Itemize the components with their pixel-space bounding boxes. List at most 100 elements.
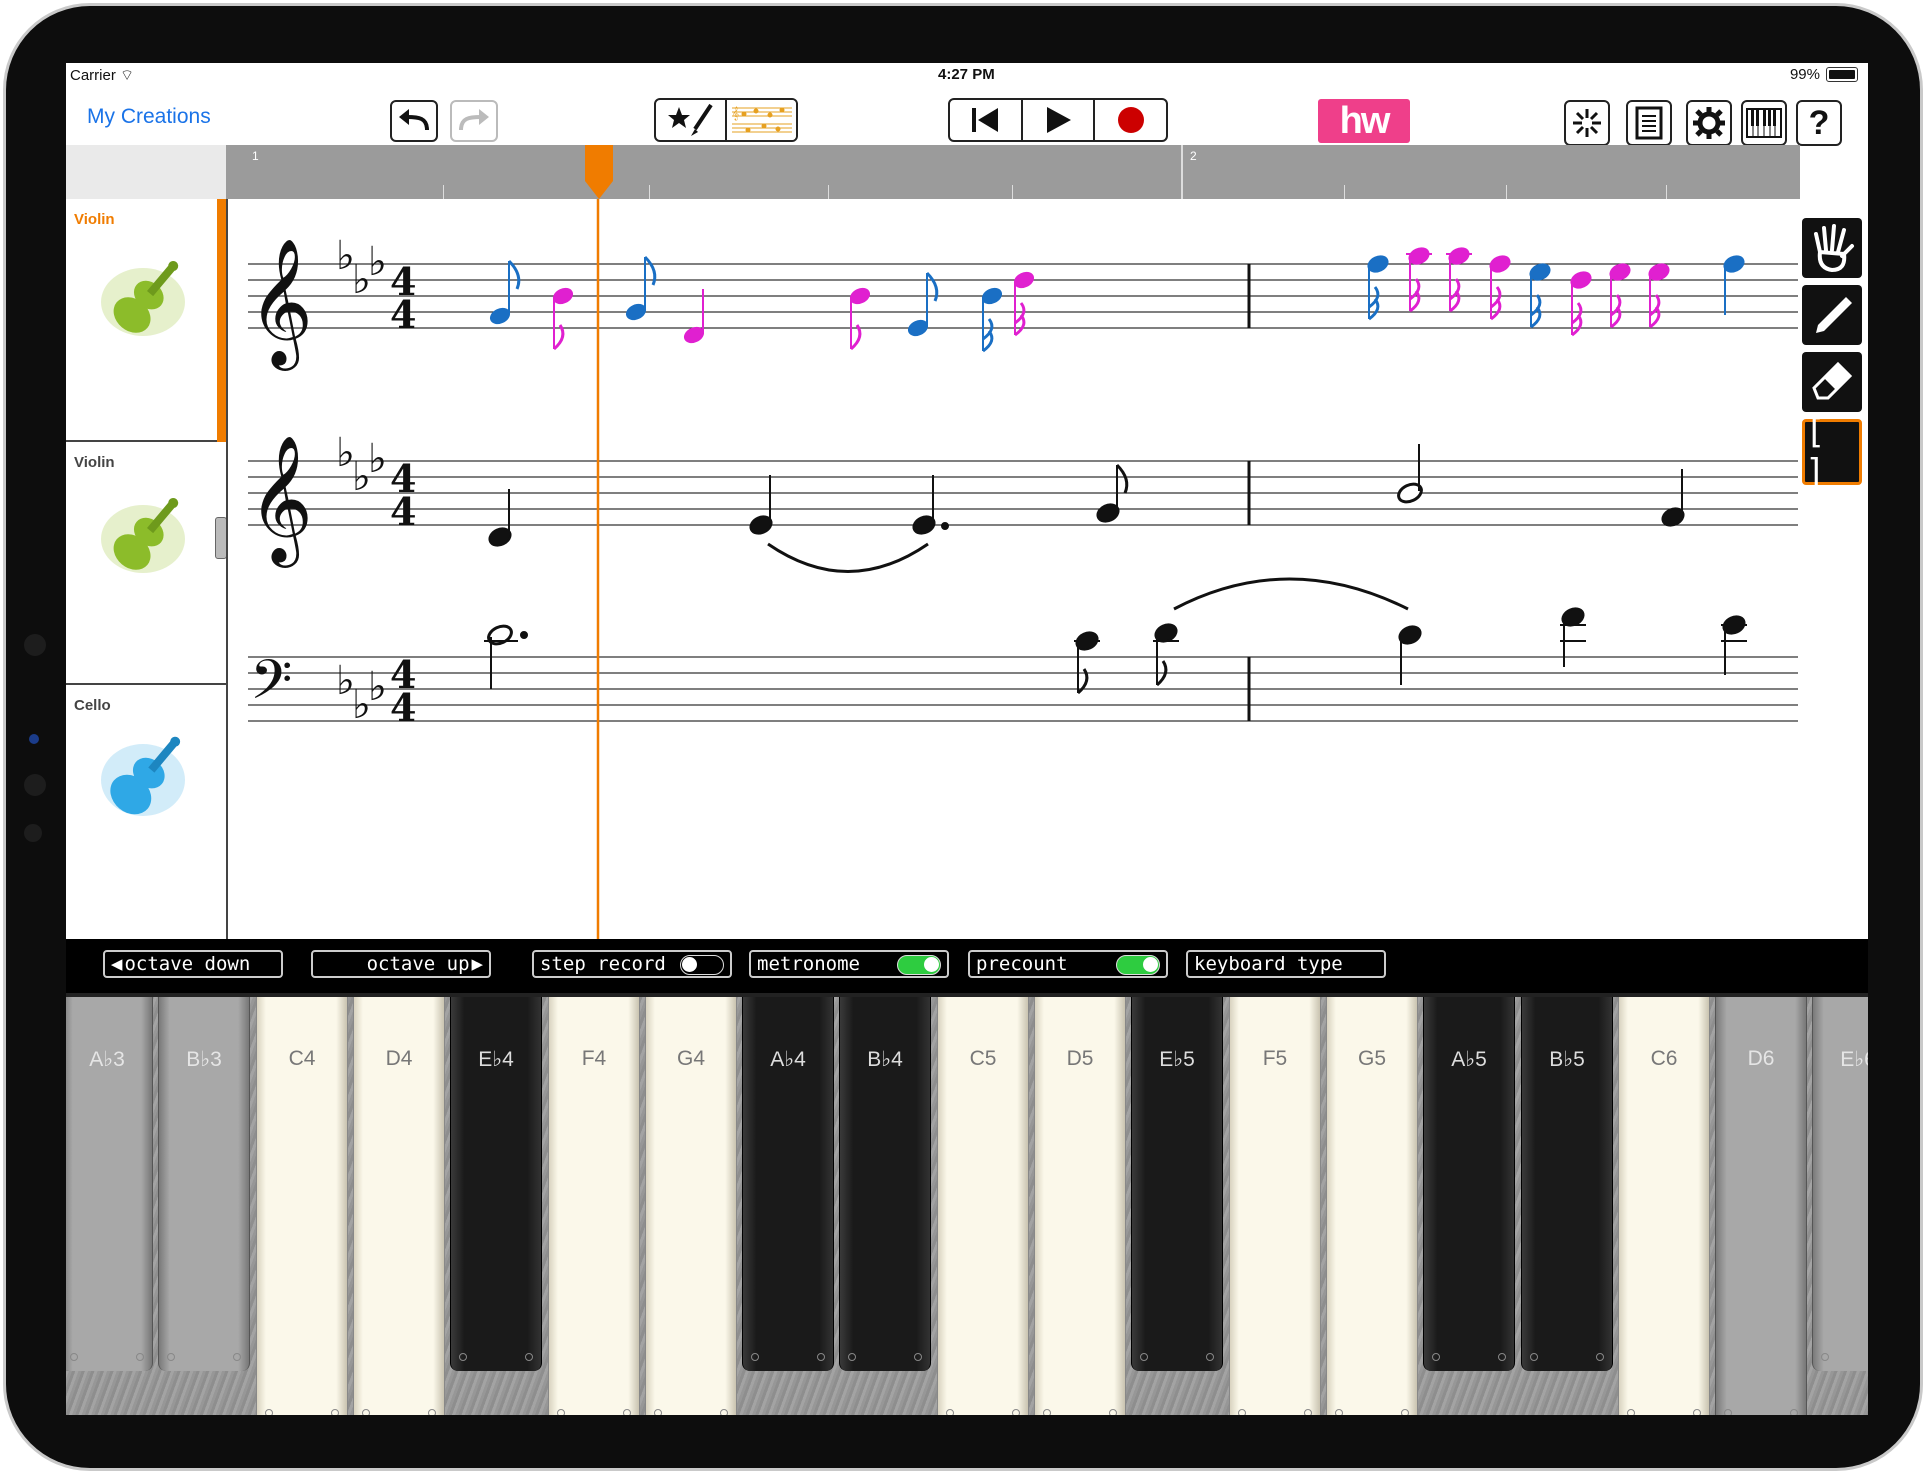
- piano-key[interactable]: C5: [937, 993, 1029, 1415]
- compose-mode-button[interactable]: [656, 100, 727, 140]
- camera-dot-lower: [24, 774, 46, 796]
- rewind-button[interactable]: [950, 100, 1023, 140]
- undo-button[interactable]: [390, 100, 438, 142]
- triangle-left-icon: ◀: [111, 953, 123, 975]
- piano-key-label: D6: [1747, 1047, 1775, 1070]
- octave-down-button[interactable]: ◀ octave down: [103, 950, 283, 978]
- piano-key[interactable]: B♭3: [158, 993, 250, 1371]
- hw-logo-button[interactable]: hw: [1318, 99, 1410, 143]
- piano-key[interactable]: A♭5: [1423, 993, 1515, 1371]
- piano-key[interactable]: A♭3: [66, 993, 153, 1371]
- piano-key[interactable]: G4: [645, 993, 737, 1415]
- ruler-measure-line: [1181, 145, 1183, 199]
- piano-key-label: B♭4: [867, 1048, 903, 1071]
- metronome-switch[interactable]: [897, 955, 941, 975]
- my-creations-link[interactable]: My Creations: [87, 105, 211, 129]
- key-screw: [1432, 1353, 1440, 1361]
- piano-key[interactable]: D5: [1034, 993, 1126, 1415]
- piano-key-label: D5: [1066, 1047, 1094, 1070]
- piano-key[interactable]: B♭4: [839, 993, 931, 1371]
- play-icon: [1047, 107, 1071, 133]
- pen-tool-button[interactable]: [1802, 285, 1862, 345]
- carrier-label: Carrier ⌔: [70, 67, 135, 84]
- piano-key[interactable]: C4: [256, 993, 348, 1415]
- key-screw: [1043, 1409, 1051, 1415]
- step-record-switch[interactable]: [680, 955, 724, 975]
- precount-toggle[interactable]: precount: [968, 950, 1168, 978]
- time-signature-bottom: 4: [390, 685, 416, 730]
- score-mode-button[interactable]: 𝄞: [727, 100, 796, 140]
- ruler-tick: [1012, 185, 1013, 199]
- piano-key-label: F5: [1262, 1047, 1288, 1070]
- piano-key-label: C5: [969, 1047, 997, 1070]
- piano-key-label: B♭5: [1549, 1048, 1585, 1071]
- piano-key-label: C6: [1650, 1047, 1678, 1070]
- record-button[interactable]: [1095, 100, 1166, 140]
- cello-notes: [484, 577, 1747, 695]
- transport-controls: [948, 98, 1168, 142]
- sparkle-button[interactable]: [1564, 100, 1610, 146]
- key-screw: [654, 1409, 662, 1415]
- key-screw: [1821, 1353, 1829, 1361]
- speaker-dot: [24, 824, 42, 842]
- piano-key[interactable]: E♭4: [450, 993, 542, 1371]
- track-header-violin-1[interactable]: Violin: [66, 199, 226, 442]
- precount-switch[interactable]: [1116, 955, 1160, 975]
- wifi-icon: ⌔: [120, 67, 135, 84]
- view-mode-selector: 𝄞: [654, 98, 798, 142]
- measure-number-2: 2: [1190, 149, 1197, 163]
- piano-key-label: G5: [1357, 1047, 1386, 1070]
- key-screw: [1304, 1409, 1312, 1415]
- keyboard-control-bar: ◀ octave down octave up ▶ step record metr…: [66, 939, 1868, 993]
- piano-key[interactable]: D4: [353, 993, 445, 1415]
- track-header-cello[interactable]: Cello: [66, 685, 226, 939]
- selection-tool-button[interactable]: [ ]: [1802, 412, 1862, 492]
- document-button[interactable]: [1626, 100, 1672, 146]
- eraser-tool-button[interactable]: [1802, 352, 1862, 412]
- piano-key-label: E♭5: [1159, 1048, 1195, 1071]
- key-screw: [1498, 1353, 1506, 1361]
- keyboard-view-button[interactable]: [1741, 100, 1787, 146]
- key-flat: ♭: [368, 239, 387, 285]
- piano-key[interactable]: F5: [1229, 993, 1321, 1415]
- piano-key[interactable]: E♭6: [1812, 993, 1868, 1371]
- score-canvas[interactable]: 𝄞 𝄞 𝄢 ♭♭♭ ♭♭♭ ♭♭♭ 4 4 4 4 4 4: [228, 199, 1868, 939]
- key-screw: [1790, 1409, 1798, 1415]
- piano-key[interactable]: B♭5: [1521, 993, 1613, 1371]
- redo-button[interactable]: [450, 100, 498, 142]
- piano-key-label: A♭4: [770, 1048, 806, 1071]
- metronome-toggle[interactable]: metronome: [749, 950, 949, 978]
- selected-track-indicator: [217, 199, 226, 442]
- playhead-marker[interactable]: [584, 145, 614, 201]
- piano-key[interactable]: F4: [548, 993, 640, 1415]
- key-flat: ♭: [368, 664, 387, 710]
- timeline-ruler[interactable]: 1 2: [226, 145, 1800, 199]
- time-signature-bottom: 4: [390, 292, 416, 337]
- play-button[interactable]: [1023, 100, 1096, 140]
- hand-tool-button[interactable]: [1802, 218, 1862, 278]
- piano-key[interactable]: A♭4: [742, 993, 834, 1371]
- key-screw: [1238, 1409, 1246, 1415]
- settings-button[interactable]: [1686, 100, 1732, 146]
- time-signature-bottom: 4: [390, 489, 416, 534]
- key-screw: [946, 1409, 954, 1415]
- step-record-toggle[interactable]: step record: [532, 950, 732, 978]
- piano-key[interactable]: D6: [1715, 993, 1807, 1415]
- staff-cello: [248, 656, 1798, 722]
- key-screw: [167, 1353, 175, 1361]
- bracket-icon: [ ]: [1805, 412, 1826, 492]
- octave-up-button[interactable]: octave up ▶: [311, 950, 491, 978]
- keyboard-type-button[interactable]: keyboard type: [1186, 950, 1386, 978]
- piano-key[interactable]: C6: [1618, 993, 1710, 1415]
- status-bar: Carrier ⌔ 4:27 PM 99%: [66, 63, 1868, 85]
- key-screw: [1206, 1353, 1214, 1361]
- question-icon: ?: [1808, 103, 1830, 142]
- clock: 4:27 PM: [938, 66, 995, 83]
- piano-key[interactable]: G5: [1326, 993, 1418, 1415]
- bass-clef: 𝄢: [250, 648, 292, 725]
- piano-key[interactable]: E♭5: [1131, 993, 1223, 1371]
- track-header-violin-2[interactable]: Violin: [66, 442, 226, 685]
- piano-key-label: A♭5: [1451, 1048, 1487, 1071]
- help-button[interactable]: ?: [1796, 100, 1842, 146]
- key-screw: [1401, 1409, 1409, 1415]
